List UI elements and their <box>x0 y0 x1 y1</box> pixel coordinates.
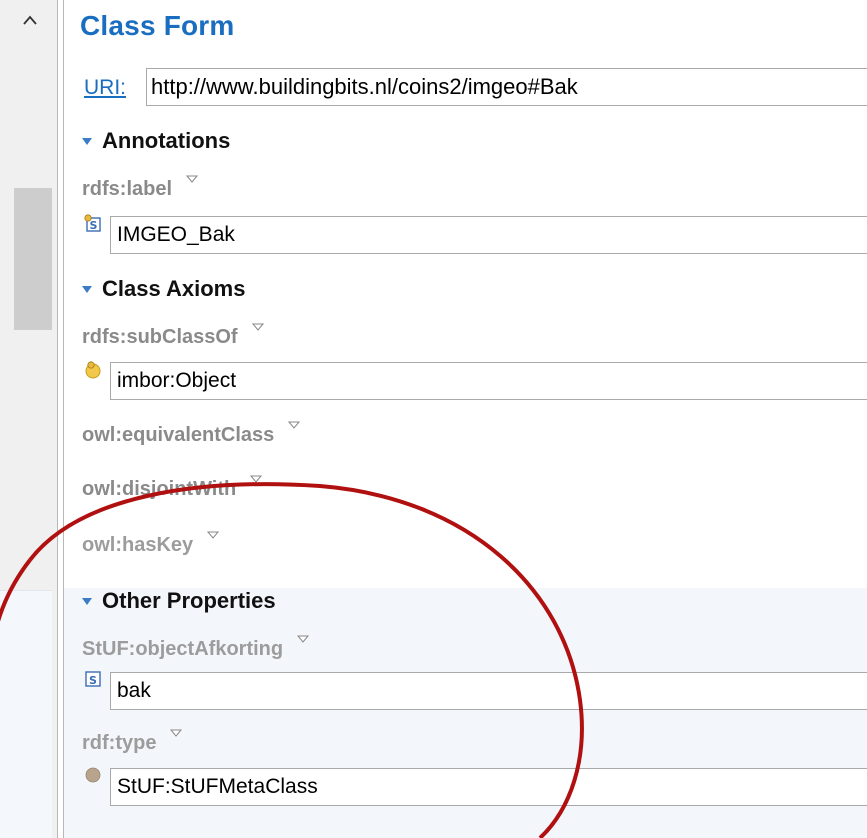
class-resource-icon <box>85 361 101 379</box>
collapse-triangle-icon <box>82 137 92 145</box>
dropdown-triangle-icon[interactable] <box>250 474 263 484</box>
property-label-subclassof: rdfs:subClassOf <box>82 323 264 349</box>
dropdown-triangle-icon[interactable] <box>251 322 264 332</box>
objectafkorting-value-field[interactable]: bak <box>110 672 867 710</box>
dropdown-triangle-icon[interactable] <box>207 530 220 540</box>
uri-link[interactable]: URI: <box>84 76 126 100</box>
section-other-properties-header[interactable]: Other Properties <box>80 588 276 614</box>
collapse-triangle-icon <box>82 285 92 293</box>
property-value-row: S bak <box>84 671 867 712</box>
dropdown-triangle-icon[interactable] <box>186 174 199 184</box>
property-value-row: imbor:Object <box>84 361 867 402</box>
uri-field[interactable]: http://www.buildingbits.nl/coins2/imgeo#… <box>146 68 867 106</box>
rdf-type-value-field[interactable]: StUF:StUFMetaClass <box>110 768 867 806</box>
panel-divider[interactable] <box>57 0 58 838</box>
dropdown-triangle-icon[interactable] <box>170 728 183 738</box>
left-panel-lower <box>0 590 52 838</box>
property-name: owl:equivalentClass <box>82 424 275 446</box>
string-literal-icon: S <box>84 214 101 232</box>
page-title: Class Form <box>80 10 235 41</box>
subclassof-value-field[interactable]: imbor:Object <box>110 362 867 400</box>
class-form-panel: Class Form URI: http://www.buildingbits.… <box>64 0 867 838</box>
dropdown-triangle-icon[interactable] <box>297 634 310 644</box>
property-name: rdfs:subClassOf <box>82 326 238 348</box>
property-label-disjointwith: owl:disjointWith <box>82 475 263 501</box>
svg-text:S: S <box>90 219 98 232</box>
scroll-up-icon[interactable] <box>16 6 44 34</box>
section-other-properties-label: Other Properties <box>102 588 276 613</box>
property-name: owl:hasKey <box>82 534 194 556</box>
rdfs-label-value-field[interactable]: IMGEO_Bak <box>110 216 867 254</box>
scrollbar-thumb[interactable] <box>14 188 52 330</box>
uri-row: URI: <box>84 68 134 108</box>
dropdown-triangle-icon[interactable] <box>288 420 301 430</box>
property-label-haskey: owl:hasKey <box>82 531 220 557</box>
property-name: StUF:objectAfkorting <box>82 638 284 660</box>
instance-resource-icon <box>85 767 101 783</box>
property-name: owl:disjointWith <box>82 478 237 500</box>
class-form-window: Class Form URI: http://www.buildingbits.… <box>0 0 867 838</box>
property-label-rdf-type: rdf:type <box>82 729 183 755</box>
svg-text:S: S <box>89 674 97 687</box>
property-label-objectafkorting: StUF:objectAfkorting <box>82 635 310 661</box>
string-literal-icon: S <box>85 671 101 687</box>
property-label-equivalentclass: owl:equivalentClass <box>82 421 301 447</box>
property-name: rdfs:label <box>82 178 173 200</box>
section-class-axioms-header[interactable]: Class Axioms <box>80 276 245 302</box>
property-value-row: StUF:StUFMetaClass <box>84 767 867 808</box>
section-class-axioms-label: Class Axioms <box>102 276 246 301</box>
property-label-rdfs-label: rdfs:label <box>82 175 199 201</box>
property-value-row: S IMGEO_Bak <box>84 214 867 256</box>
section-annotations-header[interactable]: Annotations <box>80 128 230 154</box>
property-name: rdf:type <box>82 732 157 754</box>
section-annotations-label: Annotations <box>102 128 231 153</box>
collapse-triangle-icon <box>82 597 92 605</box>
